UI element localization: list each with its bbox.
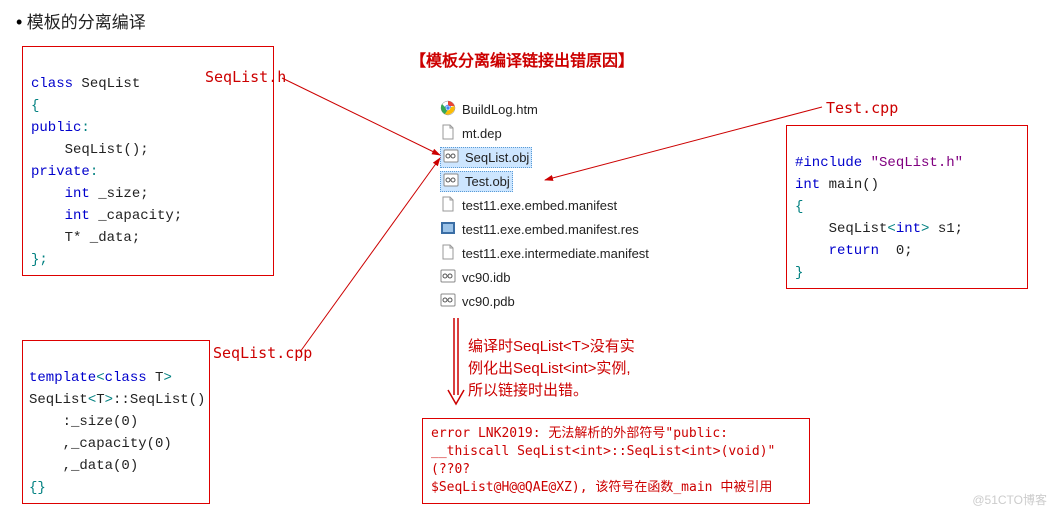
kw: private [31,164,90,180]
label-seqlist-h: SeqList.h [205,68,286,86]
file-name-text: mt.dep [462,126,502,141]
compile-note: 编译时SeqList<T>没有实 例化出SeqList<int>实例, 所以链接… [468,336,635,402]
generic-icon [440,124,456,143]
brace: { [795,199,803,215]
file-name-text: vc90.idb [462,270,510,285]
code-line: _size; [90,186,149,202]
kw: class [105,370,147,386]
colon: : [81,120,89,136]
file-name-text: vc90.pdb [462,294,515,309]
ident: SeqList [73,76,140,92]
file-item[interactable]: test11.exe.embed.manifest.res [440,217,649,241]
brace: } [795,265,803,281]
kw: int [795,177,820,193]
code-line: ,_capacity(0) [29,436,172,452]
file-name-text: Test.obj [465,174,510,189]
code-line: main() [820,177,879,193]
colon: : [90,164,98,180]
file-name-text: BuildLog.htm [462,102,538,117]
error-box: error LNK2019: 无法解析的外部符号"public: __thisc… [422,418,810,504]
code-line: SeqList(); [31,142,149,158]
obj-icon [440,268,456,287]
code-line: 0; [879,243,913,259]
ident: SeqList [795,221,887,237]
watermark: @51CTO博客 [972,491,1047,508]
brace: { [31,98,39,114]
file-item[interactable]: SeqList.obj [440,145,649,169]
res-icon [440,220,456,239]
file-name-text: test11.exe.embed.manifest.res [462,222,639,237]
kw: class [31,76,73,92]
angle: > [105,392,113,408]
generic-icon [440,244,456,263]
bullet-icon: • [16,12,22,32]
error-line: __thiscall SeqList<int>::SeqList<int>(vo… [431,443,801,479]
label-test-cpp: Test.cpp [826,99,898,117]
note-line: 例化出SeqList<int>实例, [468,358,635,380]
kw: #include [795,155,862,171]
ident: SeqList [29,392,88,408]
file-name-text: SeqList.obj [465,150,529,165]
obj-icon [443,172,459,191]
note-line: 编译时SeqList<T>没有实 [468,336,635,358]
file-name-text: test11.exe.intermediate.manifest [462,246,649,261]
file-item[interactable]: Test.obj [440,169,649,193]
file-item[interactable]: vc90.idb [440,265,649,289]
angle: < [96,370,104,386]
angle: > [163,370,171,386]
code-line: :_size(0) [29,414,138,430]
error-line: error LNK2019: 无法解析的外部符号"public: [431,425,801,443]
ident: T [147,370,164,386]
code-line: T* _data; [31,230,140,246]
file-name-text: test11.exe.embed.manifest [462,198,617,213]
generic-icon [440,196,456,215]
ident: T [96,392,104,408]
file-item[interactable]: vc90.pdb [440,289,649,313]
kw: return [795,243,879,259]
error-line: $SeqList@H@@QAE@XZ), 该符号在函数_main 中被引用 [431,479,801,497]
kw: template [29,370,96,386]
code-box-seqlist-cpp: template<class T> SeqList<T>::SeqList() … [22,340,210,504]
diagram-title: 【模板分离编译链接出错原因】 [410,47,634,71]
file-item[interactable]: mt.dep [440,121,649,145]
page-heading: 模板的分离编译 [27,13,146,32]
kw: public [31,120,81,136]
chrome-icon [440,100,456,119]
file-item[interactable]: BuildLog.htm [440,97,649,121]
obj-icon [440,292,456,311]
angle: < [88,392,96,408]
code-line: ,_data(0) [29,458,138,474]
angle: < [887,221,895,237]
kw: int [31,208,90,224]
heading-row: • 模板的分离编译 [16,8,146,33]
code-line: _capacity; [90,208,182,224]
note-line: 所以链接时出错。 [468,380,635,402]
brace: }; [31,252,48,268]
code-line: ::SeqList() [113,392,205,408]
string: "SeqList.h" [862,155,963,171]
label-seqlist-cpp: SeqList.cpp [213,344,312,362]
brace: {} [29,480,46,496]
kw: int [31,186,90,202]
file-item[interactable]: test11.exe.intermediate.manifest [440,241,649,265]
code-line: s1; [929,221,963,237]
obj-icon [443,148,459,167]
file-item[interactable]: test11.exe.embed.manifest [440,193,649,217]
file-list: BuildLog.htm mt.dep SeqList.obj Test.obj tes… [440,97,649,313]
kw: int [896,221,921,237]
code-box-test-cpp: #include "SeqList.h" int main() { SeqLis… [786,125,1028,289]
